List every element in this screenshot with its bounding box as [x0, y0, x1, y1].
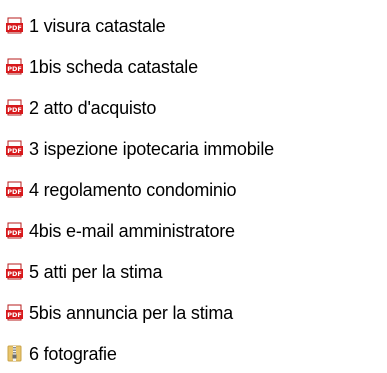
svg-text:PDF: PDF: [7, 106, 22, 114]
file-name: 4 regolamento condominio: [29, 179, 237, 200]
pdf-file-icon: PDF: [6, 58, 23, 75]
svg-text:PDF: PDF: [7, 65, 22, 73]
pdf-file-icon: PDF: [6, 181, 23, 198]
file-name: 6 fotografie: [29, 343, 117, 364]
file-item[interactable]: PDF 5bis annuncia per la stima: [0, 292, 387, 333]
file-name: 2 atto d'acquisto: [29, 97, 157, 118]
pdf-file-icon: PDF: [6, 99, 23, 116]
file-item[interactable]: PDF 4bis e-mail amministratore: [0, 210, 387, 251]
file-name: 5 atti per la stima: [29, 261, 163, 282]
file-item[interactable]: PDF 1 visura catastale: [0, 5, 387, 46]
svg-text:PDF: PDF: [7, 311, 22, 319]
file-name: 5bis annuncia per la stima: [29, 302, 233, 323]
pdf-file-icon: PDF: [6, 140, 23, 157]
file-list: PDF 1 visura catastale PDF 1bis scheda c…: [0, 0, 387, 373]
svg-text:PDF: PDF: [7, 270, 22, 278]
file-item[interactable]: PDF 5 atti per la stima: [0, 251, 387, 292]
svg-text:PDF: PDF: [7, 24, 22, 32]
file-item[interactable]: 6 fotografie: [0, 333, 387, 373]
file-item[interactable]: PDF 3 ispezione ipotecaria immobile: [0, 128, 387, 169]
file-item[interactable]: PDF 2 atto d'acquisto: [0, 87, 387, 128]
pdf-file-icon: PDF: [6, 222, 23, 239]
file-item[interactable]: PDF 1bis scheda catastale: [0, 46, 387, 87]
file-name: 1 visura catastale: [29, 15, 166, 36]
file-name: 3 ispezione ipotecaria immobile: [29, 138, 274, 159]
pdf-file-icon: PDF: [6, 263, 23, 280]
svg-text:PDF: PDF: [7, 147, 22, 155]
svg-text:PDF: PDF: [7, 188, 22, 196]
file-name: 1bis scheda catastale: [29, 56, 198, 77]
zip-folder-icon: [7, 345, 22, 362]
pdf-file-icon: PDF: [6, 17, 23, 34]
file-name: 4bis e-mail amministratore: [29, 220, 235, 241]
pdf-file-icon: PDF: [6, 304, 23, 321]
svg-text:PDF: PDF: [7, 229, 22, 237]
file-item[interactable]: PDF 4 regolamento condominio: [0, 169, 387, 210]
